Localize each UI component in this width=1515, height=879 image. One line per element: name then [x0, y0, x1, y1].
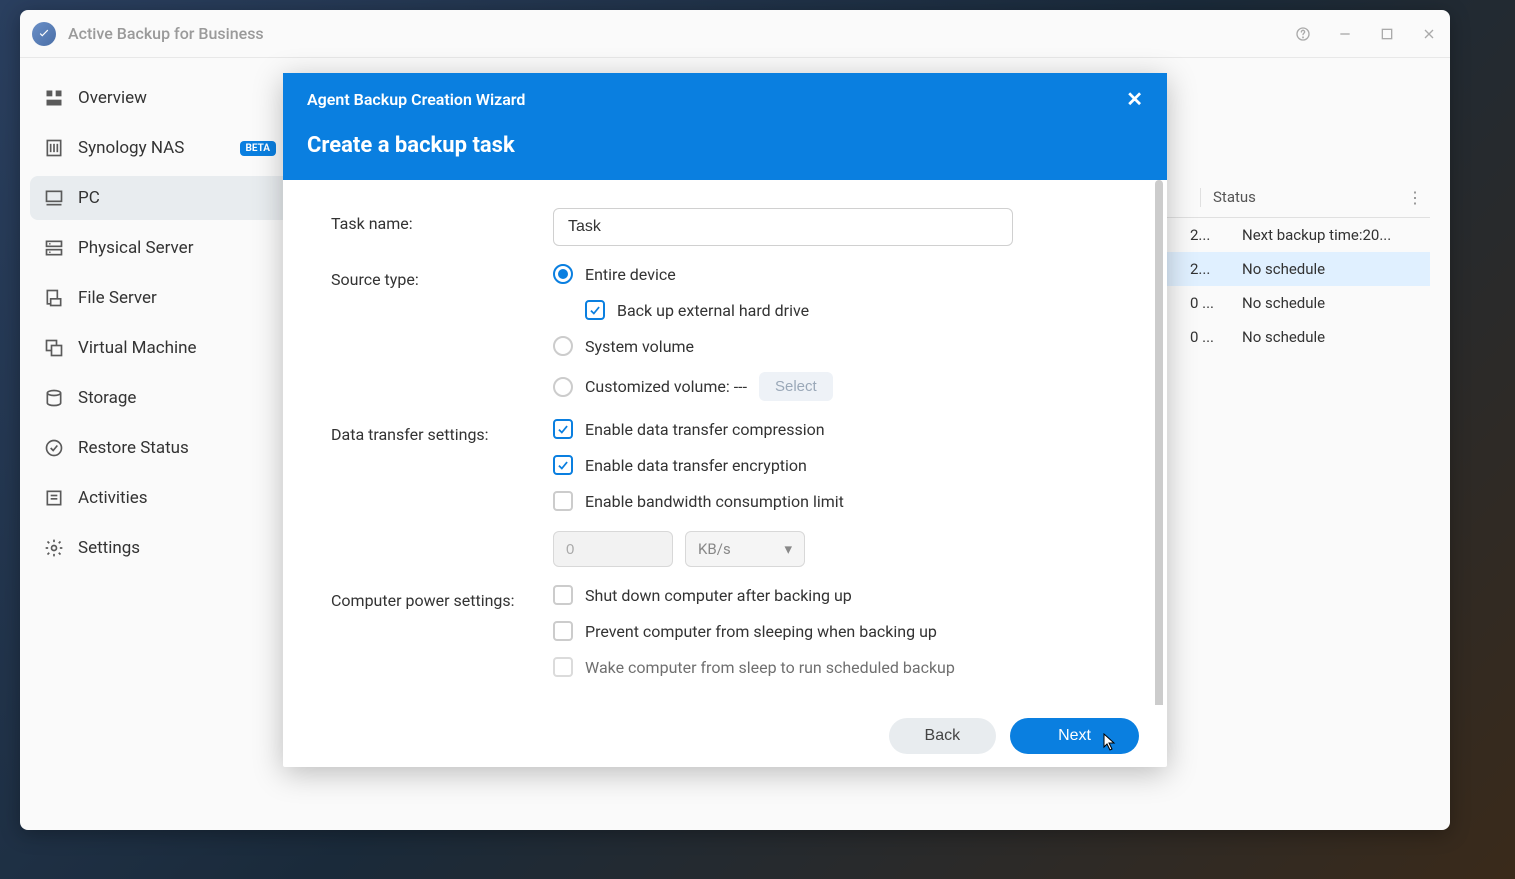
- radio-icon: [553, 377, 573, 397]
- storage-icon: [44, 388, 64, 408]
- modal-body: Task name: Source type: Entire device Ba…: [283, 180, 1167, 705]
- radio-icon: [553, 264, 573, 284]
- sidebar-item-label: Settings: [78, 538, 140, 558]
- vm-icon: [44, 338, 64, 358]
- task-name-input[interactable]: [553, 208, 1013, 246]
- modal-subtitle: Create a backup task: [307, 133, 1143, 158]
- checkbox-encryption[interactable]: Enable data transfer encryption: [553, 455, 1125, 475]
- checkbox-icon: [553, 621, 573, 641]
- help-icon[interactable]: [1294, 25, 1312, 43]
- close-icon[interactable]: [1420, 25, 1438, 43]
- sidebar-item-synology-nas[interactable]: Synology NAS BETA: [30, 126, 290, 170]
- gear-icon: [44, 538, 64, 558]
- radio-system-volume[interactable]: System volume: [553, 336, 1125, 356]
- data-transfer-label: Data transfer settings:: [331, 419, 553, 444]
- sidebar-item-virtual-machine[interactable]: Virtual Machine: [30, 326, 290, 370]
- cursor-icon: [1103, 733, 1117, 751]
- next-button[interactable]: Next: [1010, 718, 1139, 754]
- sidebar-item-label: PC: [78, 188, 100, 208]
- modal-header: Agent Backup Creation Wizard ✕ Create a …: [283, 73, 1167, 180]
- sidebar-item-label: Virtual Machine: [78, 338, 197, 358]
- overview-icon: [44, 88, 64, 108]
- titlebar: Active Backup for Business: [20, 10, 1450, 58]
- sidebar-item-label: Storage: [78, 388, 136, 408]
- app-icon: [32, 22, 56, 46]
- checkbox-shutdown[interactable]: Shut down computer after backing up: [553, 585, 1125, 605]
- sidebar-item-label: Activities: [78, 488, 148, 508]
- checkbox-icon: [553, 455, 573, 475]
- select-volume-button[interactable]: Select: [759, 372, 833, 401]
- checkbox-icon: [553, 491, 573, 511]
- app-title: Active Backup for Business: [68, 24, 264, 43]
- scrollbar[interactable]: [1155, 180, 1163, 705]
- sidebar-item-pc[interactable]: PC: [30, 176, 290, 220]
- checkbox-compression[interactable]: Enable data transfer compression: [553, 419, 1125, 439]
- checkbox-wake[interactable]: Wake computer from sleep to run schedule…: [553, 657, 1125, 677]
- sidebar-item-overview[interactable]: Overview: [30, 76, 290, 120]
- modal-footer: Back Next: [283, 705, 1167, 767]
- sidebar-item-restore-status[interactable]: Restore Status: [30, 426, 290, 470]
- sidebar-item-file-server[interactable]: File Server: [30, 276, 290, 320]
- radio-entire-device[interactable]: Entire device: [553, 264, 1125, 284]
- server-icon: [44, 238, 64, 258]
- status-header[interactable]: Status: [1200, 188, 1400, 207]
- backup-wizard-modal: Agent Backup Creation Wizard ✕ Create a …: [283, 73, 1167, 767]
- radio-icon: [553, 336, 573, 356]
- sidebar-item-label: Physical Server: [78, 238, 193, 258]
- sidebar-item-storage[interactable]: Storage: [30, 376, 290, 420]
- checkbox-bandwidth[interactable]: Enable bandwidth consumption limit: [553, 491, 1125, 511]
- bandwidth-unit-select: KB/s ▾: [685, 531, 805, 567]
- beta-badge: BETA: [240, 141, 277, 156]
- sidebar-item-settings[interactable]: Settings: [30, 526, 290, 570]
- sidebar-item-physical-server[interactable]: Physical Server: [30, 226, 290, 270]
- power-settings-label: Computer power settings:: [331, 585, 553, 610]
- file-server-icon: [44, 288, 64, 308]
- bandwidth-value-input: [553, 531, 673, 567]
- restore-icon: [44, 438, 64, 458]
- sidebar-item-label: Restore Status: [78, 438, 189, 458]
- table-menu-icon[interactable]: ⋮: [1400, 188, 1430, 207]
- checkbox-icon: [553, 419, 573, 439]
- checkbox-icon: [553, 657, 573, 677]
- back-button[interactable]: Back: [889, 718, 997, 754]
- nas-icon: [44, 138, 64, 158]
- checkbox-prevent-sleep[interactable]: Prevent computer from sleeping when back…: [553, 621, 1125, 641]
- checkbox-icon: [553, 585, 573, 605]
- minimize-icon[interactable]: [1336, 25, 1354, 43]
- radio-customized-volume[interactable]: Customized volume: --- Select: [553, 372, 1125, 401]
- chevron-down-icon: ▾: [784, 540, 792, 558]
- modal-title: Agent Backup Creation Wizard: [307, 90, 525, 109]
- activities-icon: [44, 488, 64, 508]
- close-icon[interactable]: ✕: [1126, 87, 1143, 111]
- source-type-label: Source type:: [331, 264, 553, 289]
- sidebar-item-label: File Server: [78, 288, 157, 308]
- checkbox-icon: [585, 300, 605, 320]
- checkbox-external-drive[interactable]: Back up external hard drive: [553, 300, 1125, 320]
- task-name-label: Task name:: [331, 208, 553, 233]
- sidebar-item-label: Overview: [78, 88, 147, 108]
- sidebar-item-activities[interactable]: Activities: [30, 476, 290, 520]
- sidebar-item-label: Synology NAS: [78, 138, 184, 158]
- sidebar: Overview Synology NAS BETA PC Physical S…: [20, 58, 300, 830]
- pc-icon: [44, 188, 64, 208]
- maximize-icon[interactable]: [1378, 25, 1396, 43]
